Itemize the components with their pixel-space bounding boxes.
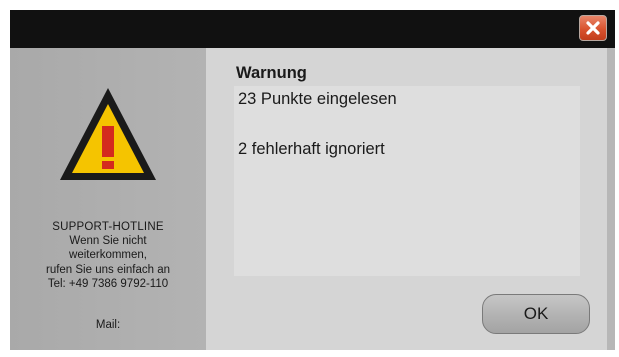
support-hotline: SUPPORT-HOTLINE Wenn Sie nicht weiterkom… [10, 220, 206, 291]
hotline-phone: Tel: +49 7386 9792-110 [47, 277, 169, 290]
hotline-title: SUPPORT-HOTLINE [52, 221, 164, 233]
close-icon [586, 21, 600, 35]
message-line: 2 fehlerhaft ignoriert [238, 140, 385, 158]
message-line: 23 Punkte eingelesen [238, 90, 397, 108]
title-bar [10, 10, 615, 48]
hotline-text-3: rufen Sie uns einfach an [45, 263, 171, 276]
dialog-heading: Warnung [236, 64, 307, 82]
hotline-mail: Mail: [95, 319, 121, 331]
dialog-content: Warnung 23 Punkte eingelesen 2 fehlerhaf… [206, 48, 607, 350]
dialog-edge [607, 48, 615, 350]
warning-dialog: SUPPORT-HOTLINE Wenn Sie nicht weiterkom… [10, 10, 615, 350]
hotline-text-1: Wenn Sie nicht [69, 235, 147, 248]
close-button[interactable] [579, 15, 607, 41]
ok-button[interactable]: OK [482, 294, 590, 334]
message-area: 23 Punkte eingelesen 2 fehlerhaft ignori… [234, 86, 580, 276]
warning-icon [60, 88, 156, 180]
hotline-text-2: weiterkommen, [69, 249, 147, 262]
support-sidebar: SUPPORT-HOTLINE Wenn Sie nicht weiterkom… [10, 48, 206, 350]
